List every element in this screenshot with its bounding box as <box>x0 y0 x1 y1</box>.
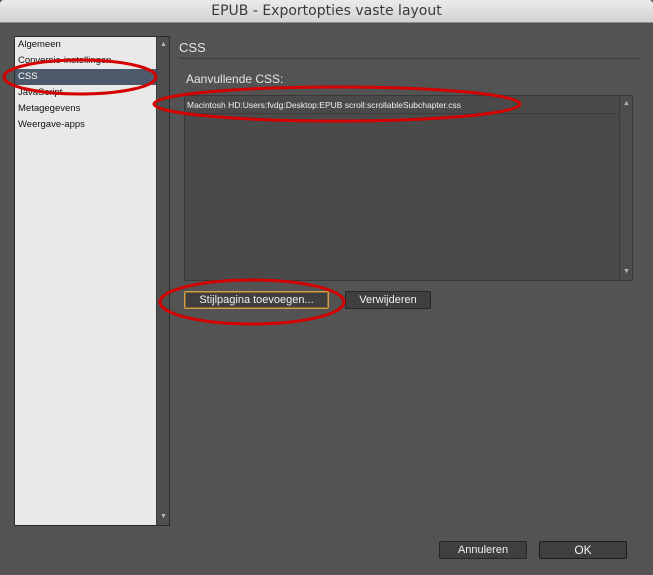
sidebar-item-algemeen[interactable]: Algemeen <box>15 37 156 53</box>
scroll-up-arrow-icon[interactable]: ▲ <box>160 41 167 49</box>
scroll-up-arrow-icon[interactable]: ▲ <box>623 100 630 108</box>
sidebar-item-javascript[interactable]: JavaScript <box>15 85 156 101</box>
sidebar-item-metagegevens[interactable]: Metagegevens <box>15 101 156 117</box>
category-list[interactable]: Algemeen Conversie-instellingen CSS Java… <box>14 36 170 526</box>
css-file-list[interactable]: Macintosh HD:Users:fvdg:Desktop:EPUB scr… <box>184 95 633 281</box>
section-title: CSS <box>179 40 206 55</box>
sidebar-item-conversie-instellingen[interactable]: Conversie-instellingen <box>15 53 156 69</box>
window-title: EPUB - Exportopties vaste layout <box>0 0 653 23</box>
add-stylesheet-button[interactable]: Stijlpagina toevoegen... <box>184 291 329 309</box>
remove-button[interactable]: Verwijderen <box>345 291 431 309</box>
sidebar-item-weergave-apps[interactable]: Weergave-apps <box>15 117 156 133</box>
css-list-scrollbar[interactable]: ▲ ▼ <box>619 96 632 280</box>
css-file-row[interactable]: Macintosh HD:Users:fvdg:Desktop:EPUB scr… <box>185 96 620 114</box>
cancel-button[interactable]: Annuleren <box>439 541 527 559</box>
scroll-down-arrow-icon[interactable]: ▼ <box>160 513 167 521</box>
sidebar-scrollbar[interactable]: ▲ ▼ <box>156 37 169 525</box>
dialog-body: Algemeen Conversie-instellingen CSS Java… <box>0 23 653 575</box>
ok-button[interactable]: OK <box>539 541 627 559</box>
category-items: Algemeen Conversie-instellingen CSS Java… <box>15 37 156 525</box>
additional-css-label: Aanvullende CSS: <box>186 72 284 86</box>
scroll-down-arrow-icon[interactable]: ▼ <box>623 268 630 276</box>
divider <box>179 58 641 59</box>
sidebar-item-css[interactable]: CSS <box>15 69 156 85</box>
